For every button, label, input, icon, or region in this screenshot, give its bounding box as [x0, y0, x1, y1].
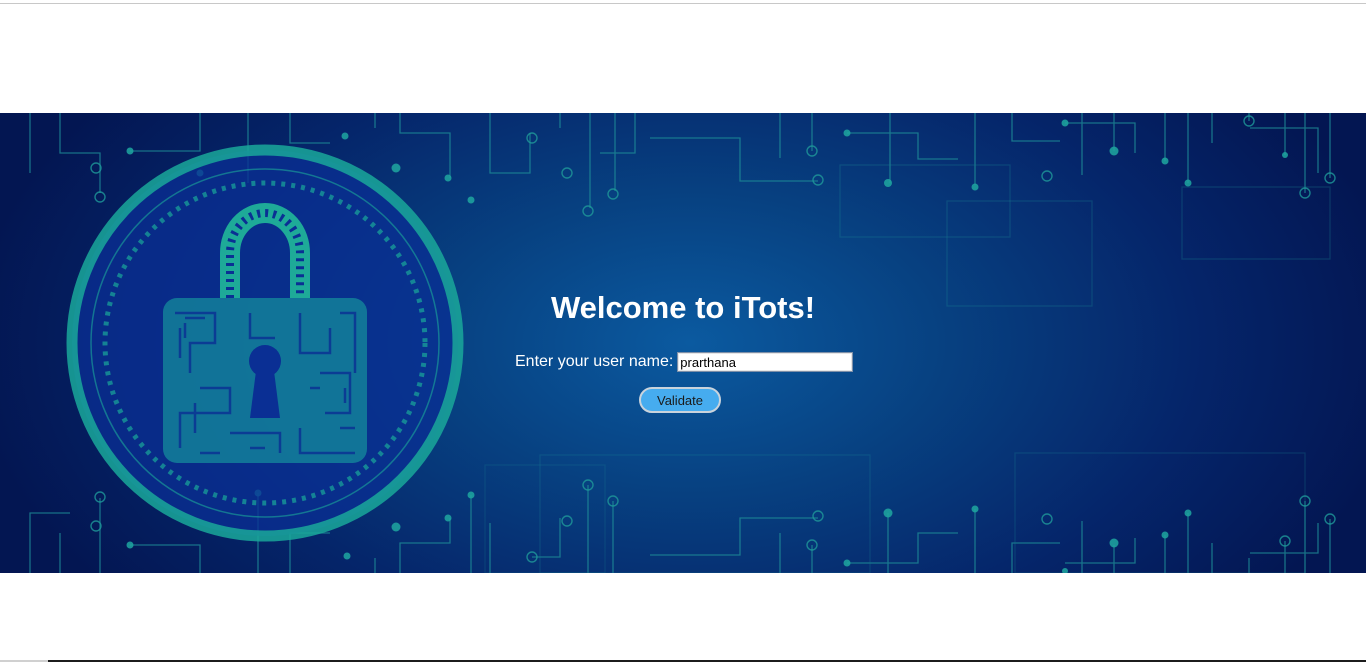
- username-input[interactable]: [677, 352, 854, 372]
- welcome-heading: Welcome to iTots!: [550, 290, 816, 325]
- username-label: Enter your user name:: [515, 353, 674, 370]
- padlock-circuit-icon: [66, 144, 464, 542]
- validate-button[interactable]: Validate: [639, 387, 721, 413]
- hero-banner: Welcome to iTots! Enter your user name: …: [0, 113, 1366, 573]
- top-divider: [0, 3, 1366, 4]
- login-panel: Welcome to iTots! Enter your user name: …: [440, 283, 926, 423]
- username-row: Enter your user name:: [515, 350, 854, 374]
